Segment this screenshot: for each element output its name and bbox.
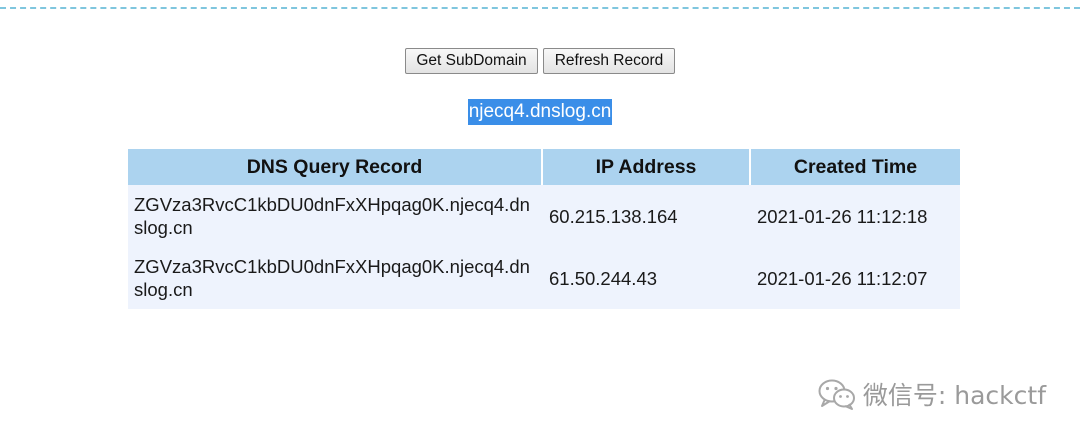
toolbar: Get SubDomain Refresh Record [0, 48, 1080, 74]
get-subdomain-button[interactable]: Get SubDomain [405, 48, 538, 74]
wechat-logo-icon [818, 379, 855, 410]
cell-dns-query: ZGVza3RvcC1kbDU0dnFxXHpqag0K.njecq4.dnsl… [128, 185, 543, 247]
dns-records-table: DNS Query Record IP Address Created Time… [128, 149, 960, 309]
header-ip-address: IP Address [543, 149, 751, 185]
header-dns-query-record: DNS Query Record [128, 149, 543, 185]
table-row: ZGVza3RvcC1kbDU0dnFxXHpqag0K.njecq4.dnsl… [128, 185, 960, 247]
subdomain-text[interactable]: njecq4.dnslog.cn [467, 99, 613, 125]
cell-ip-address: 61.50.244.43 [543, 247, 751, 309]
table-header-row: DNS Query Record IP Address Created Time [128, 149, 960, 185]
cell-created-time: 2021-01-26 11:12:18 [751, 185, 960, 247]
watermark-text: 微信号: hackctf [862, 381, 1046, 410]
header-created-time: Created Time [751, 149, 960, 185]
cell-ip-address: 60.215.138.164 [543, 185, 751, 247]
subdomain-display: njecq4.dnslog.cn [0, 99, 1080, 125]
table-row: ZGVza3RvcC1kbDU0dnFxXHpqag0K.njecq4.dnsl… [128, 247, 960, 309]
cell-dns-query: ZGVza3RvcC1kbDU0dnFxXHpqag0K.njecq4.dnsl… [128, 247, 543, 309]
wechat-watermark: 微信号: hackctf [817, 376, 1046, 412]
refresh-record-button[interactable]: Refresh Record [543, 48, 675, 74]
cell-created-time: 2021-01-26 11:12:07 [751, 247, 960, 309]
top-dashed-divider [0, 7, 1080, 9]
